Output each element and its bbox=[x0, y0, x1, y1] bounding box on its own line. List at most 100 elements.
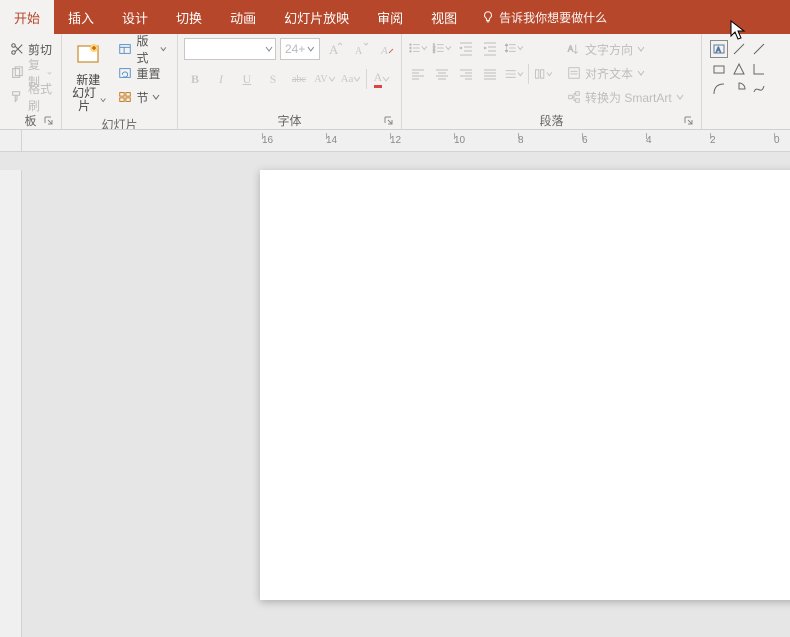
group-paragraph-label: 段落 bbox=[539, 112, 563, 129]
shape-pie-icon[interactable] bbox=[730, 80, 748, 98]
vertical-ruler[interactable] bbox=[0, 170, 22, 637]
text-direction-icon: A bbox=[567, 42, 581, 56]
columns-button[interactable] bbox=[533, 64, 553, 84]
convert-smartart-button[interactable]: 转换为 SmartArt bbox=[563, 86, 688, 108]
align-text-button[interactable]: 对齐文本 bbox=[563, 62, 688, 84]
group-drawing: A bbox=[702, 34, 768, 129]
reset-button[interactable]: 重置 bbox=[114, 62, 171, 84]
shape-arc-icon[interactable] bbox=[710, 80, 728, 98]
tab-home[interactable]: 开始 bbox=[0, 0, 54, 34]
chevron-down-icon bbox=[637, 45, 645, 53]
justify-button[interactable] bbox=[480, 64, 500, 84]
group-clipboard-label: 板 bbox=[24, 112, 36, 129]
chevron-down-icon bbox=[353, 75, 361, 83]
section-label: 节 bbox=[136, 89, 148, 106]
tab-view[interactable]: 视图 bbox=[417, 0, 471, 34]
svg-text:A: A bbox=[568, 45, 574, 54]
font-name-combo[interactable] bbox=[184, 38, 276, 60]
chevron-down-icon bbox=[676, 93, 684, 101]
char-spacing-button[interactable]: AV bbox=[314, 68, 336, 90]
tab-animations[interactable]: 动画 bbox=[216, 0, 270, 34]
text-shadow-button[interactable]: S bbox=[262, 68, 284, 90]
tell-me-search[interactable]: 告诉我你想要做什么 bbox=[471, 0, 617, 34]
group-paragraph: 123 A 文字方向 bbox=[402, 34, 702, 129]
numbering-button[interactable]: 123 bbox=[432, 38, 452, 58]
shape-triangle-icon[interactable] bbox=[730, 60, 748, 78]
clear-format-button[interactable]: A bbox=[376, 38, 398, 60]
slide-canvas[interactable] bbox=[260, 170, 790, 600]
chevron-down-icon bbox=[160, 45, 167, 53]
clipboard-launcher[interactable] bbox=[43, 115, 55, 127]
shrink-font-button[interactable]: A bbox=[350, 38, 372, 60]
chevron-down-icon bbox=[47, 69, 52, 77]
tab-transitions[interactable]: 切换 bbox=[162, 0, 216, 34]
tab-design[interactable]: 设计 bbox=[108, 0, 162, 34]
font-color-button[interactable]: A bbox=[371, 68, 393, 90]
chevron-down-icon bbox=[382, 75, 390, 83]
paragraph-launcher[interactable] bbox=[683, 115, 695, 127]
group-slides: 新建 幻灯片 版式 bbox=[62, 34, 178, 129]
reset-icon bbox=[118, 66, 132, 80]
scissors-icon bbox=[10, 42, 24, 56]
group-clipboard: 剪切 复制 格 bbox=[0, 34, 62, 129]
new-slide-icon bbox=[72, 40, 104, 72]
strikethrough-button[interactable]: abc bbox=[288, 68, 310, 90]
shape-textbox-icon[interactable]: A bbox=[710, 40, 728, 58]
shape-lshape-icon[interactable] bbox=[750, 60, 768, 78]
copy-icon bbox=[10, 66, 24, 80]
shape-line2-icon[interactable] bbox=[750, 40, 768, 58]
workspace: 16 14 12 10 8 6 4 2 0 2 4 bbox=[0, 130, 790, 637]
increase-indent-button[interactable] bbox=[480, 38, 500, 58]
chevron-down-icon bbox=[100, 96, 106, 104]
group-slides-label: 幻灯片 bbox=[101, 116, 137, 130]
text-direction-label: 文字方向 bbox=[585, 41, 633, 58]
paintbrush-icon bbox=[10, 90, 24, 104]
shape-curve-icon[interactable] bbox=[750, 80, 768, 98]
chevron-down-icon bbox=[637, 69, 645, 77]
chevron-down-icon bbox=[307, 45, 315, 53]
horizontal-ruler[interactable]: 16 14 12 10 8 6 4 2 0 2 4 bbox=[22, 130, 790, 152]
bullets-button[interactable] bbox=[408, 38, 428, 58]
line-spacing-button[interactable] bbox=[504, 38, 524, 58]
tab-insert[interactable]: 插入 bbox=[54, 0, 108, 34]
change-case-button[interactable]: Aa bbox=[340, 68, 362, 90]
chevron-down-icon bbox=[265, 45, 273, 53]
align-right-button[interactable] bbox=[456, 64, 476, 84]
svg-text:A: A bbox=[716, 47, 721, 54]
grow-font-button[interactable]: A bbox=[324, 38, 346, 60]
align-text-icon bbox=[567, 66, 581, 80]
decrease-indent-button[interactable] bbox=[456, 38, 476, 58]
ribbon: 剪切 复制 格 bbox=[0, 34, 790, 130]
separator bbox=[366, 69, 367, 89]
cut-label: 剪切 bbox=[28, 41, 52, 58]
italic-button[interactable]: I bbox=[210, 68, 232, 90]
ruler-corner bbox=[0, 130, 22, 152]
bold-button[interactable]: B bbox=[184, 68, 206, 90]
tab-review[interactable]: 审阅 bbox=[363, 0, 417, 34]
section-button[interactable]: 节 bbox=[114, 86, 171, 108]
smartart-icon bbox=[567, 90, 581, 104]
layout-icon bbox=[118, 42, 132, 56]
format-painter-button[interactable]: 格式刷 bbox=[6, 86, 56, 108]
ribbon-tabs: 开始 插入 设计 切换 动画 幻灯片放映 审阅 视图 告诉我你想要做什么 bbox=[0, 0, 790, 34]
align-left-button[interactable] bbox=[408, 64, 428, 84]
chevron-down-icon bbox=[328, 75, 336, 83]
shape-rect-icon[interactable] bbox=[710, 60, 728, 78]
chevron-down-icon bbox=[152, 93, 160, 101]
align-text-label: 对齐文本 bbox=[585, 65, 633, 82]
tab-slideshow[interactable]: 幻灯片放映 bbox=[270, 0, 363, 34]
tell-me-label: 告诉我你想要做什么 bbox=[499, 9, 607, 26]
new-slide-button[interactable]: 新建 幻灯片 bbox=[68, 38, 108, 116]
separator bbox=[528, 64, 529, 84]
svg-text:3: 3 bbox=[433, 49, 436, 54]
shapes-gallery[interactable]: A bbox=[708, 38, 768, 100]
shape-line-icon[interactable] bbox=[730, 40, 748, 58]
font-size-combo[interactable]: 24+ bbox=[280, 38, 320, 60]
align-center-button[interactable] bbox=[432, 64, 452, 84]
layout-button[interactable]: 版式 bbox=[114, 38, 171, 60]
distribute-button[interactable] bbox=[504, 64, 524, 84]
underline-button[interactable]: U bbox=[236, 68, 258, 90]
group-font: 24+ A A A B I U S abc A bbox=[178, 34, 402, 129]
text-direction-button[interactable]: A 文字方向 bbox=[563, 38, 688, 60]
font-launcher[interactable] bbox=[383, 115, 395, 127]
